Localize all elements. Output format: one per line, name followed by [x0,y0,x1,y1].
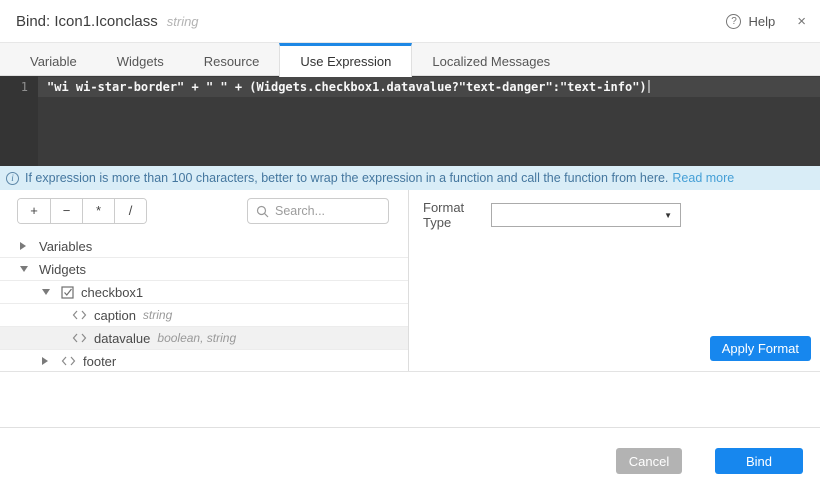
tree-item-footer[interactable]: footer [0,350,408,373]
property-type-label: boolean, string [157,331,236,345]
dialog-footer: Cancel Bind [0,428,820,489]
dropdown-arrow-icon: ▼ [664,211,672,220]
info-bar: i If expression is more than 100 charact… [0,166,820,190]
main-content: + − * / Variables [0,190,820,372]
operator-button-group: + − * / [17,198,147,224]
search-input[interactable] [275,204,380,218]
expression-builder-panel: + − * / Variables [0,190,409,371]
help-link[interactable]: Help [748,14,775,29]
info-message: If expression is more than 100 character… [25,171,668,185]
search-icon [256,205,269,218]
format-type-label: Format Type [423,200,491,230]
read-more-link[interactable]: Read more [672,171,734,185]
tree-item-label: Variables [39,239,92,254]
line-number: 1 [0,77,28,97]
apply-format-button[interactable]: Apply Format [710,336,811,361]
format-type-select[interactable]: ▼ [491,203,681,227]
format-type-row: Format Type ▼ [409,200,820,230]
editor-active-line[interactable]: "wi wi-star-border" + " " + (Widgets.che… [38,77,820,97]
page-title: Bind: Icon1.Iconclass [16,13,158,30]
header-actions: ? Help × [726,14,806,29]
tab-resource[interactable]: Resource [184,43,280,77]
editor-code-area[interactable]: "wi wi-star-border" + " " + (Widgets.che… [38,76,820,166]
dialog-header: Bind: Icon1.Iconclass string ? Help × [0,0,820,42]
code-property-icon [72,333,87,343]
tree-item-label: footer [83,354,116,369]
chevron-right-icon[interactable] [20,242,30,250]
tab-bar: Variable Widgets Resource Use Expression… [0,42,820,76]
chevron-down-icon[interactable] [20,266,30,272]
code-property-icon [61,356,76,366]
bind-button[interactable]: Bind [715,448,803,474]
editor-gutter: 1 [0,76,38,166]
multiply-operator-button[interactable]: * [82,199,114,223]
property-type-label: string [143,308,172,322]
bind-source-tree: Variables Widgets checkbox1 [0,235,408,373]
divide-operator-button[interactable]: / [114,199,146,223]
tree-item-caption[interactable]: caption string [0,304,408,327]
minus-operator-button[interactable]: − [50,199,82,223]
text-cursor [648,80,650,93]
code-property-icon [72,310,87,320]
expression-editor[interactable]: 1 "wi wi-star-border" + " " + (Widgets.c… [0,76,820,166]
help-icon[interactable]: ? [726,14,741,29]
tree-item-widgets[interactable]: Widgets [0,258,408,281]
tree-item-label: datavalue [94,331,150,346]
close-icon[interactable]: × [797,14,806,29]
plus-operator-button[interactable]: + [18,199,50,223]
bind-dialog: Bind: Icon1.Iconclass string ? Help × Va… [0,0,820,489]
tab-widgets[interactable]: Widgets [97,43,184,77]
tree-item-variables[interactable]: Variables [0,235,408,258]
search-box[interactable] [247,198,389,224]
content-divider [0,372,820,428]
tree-item-label: checkbox1 [81,285,143,300]
tree-item-datavalue[interactable]: datavalue boolean, string [0,327,408,350]
title-type-label: string [167,14,199,29]
cancel-button[interactable]: Cancel [616,448,682,474]
chevron-right-icon[interactable] [42,357,52,365]
tab-localized-messages[interactable]: Localized Messages [412,43,570,77]
tab-use-expression[interactable]: Use Expression [279,43,412,77]
tree-item-label: Widgets [39,262,86,277]
tools-row: + − * / [17,198,389,224]
tree-item-checkbox1[interactable]: checkbox1 [0,281,408,304]
chevron-down-icon[interactable] [42,289,52,295]
info-icon: i [6,172,19,185]
tree-item-label: caption [94,308,136,323]
checkbox-widget-icon [61,286,74,299]
expression-code[interactable]: "wi wi-star-border" + " " + (Widgets.che… [47,80,647,94]
format-panel: Format Type ▼ Apply Format [409,190,820,371]
tab-variable[interactable]: Variable [10,43,97,77]
